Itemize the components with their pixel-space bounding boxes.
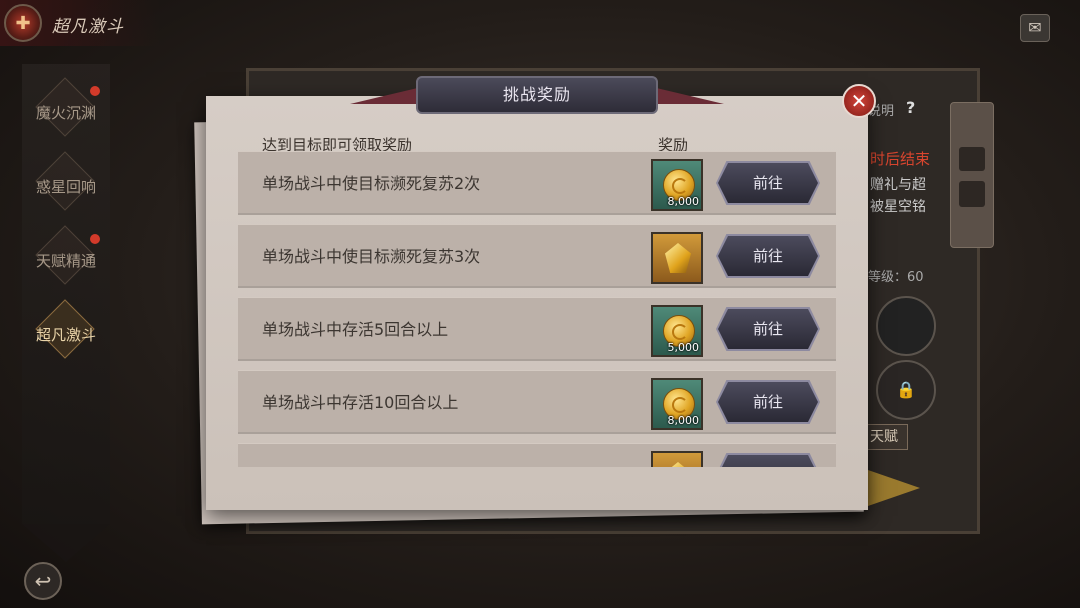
reward-quantity: 8,000 bbox=[667, 414, 700, 427]
reward-quantity: 5,000 bbox=[667, 341, 700, 354]
sidebar-item-talent-mastery[interactable]: 天赋精通 bbox=[26, 225, 106, 285]
gold-gem-icon bbox=[665, 243, 691, 273]
modal-title: 挑战奖励 bbox=[502, 85, 571, 104]
go-button[interactable] bbox=[718, 455, 818, 467]
sidebar-item-label: 超凡激斗 bbox=[35, 325, 96, 344]
sidebar-item-extraordinary-battle[interactable]: 超凡激斗 bbox=[26, 299, 106, 359]
side-tag bbox=[950, 102, 994, 248]
go-button[interactable]: 前往 bbox=[718, 236, 818, 276]
description-line: 赠礼与超 bbox=[870, 177, 926, 193]
close-button[interactable]: ✕ bbox=[842, 84, 876, 118]
list-item bbox=[238, 443, 836, 467]
go-button[interactable]: 前往 bbox=[718, 309, 818, 349]
locked-slot-icon[interactable]: 🔒 bbox=[876, 360, 936, 420]
back-button[interactable]: ↩ bbox=[24, 562, 62, 600]
reward-quantity: 8,000 bbox=[667, 195, 700, 208]
reward-slot[interactable]: 8,000 bbox=[651, 159, 703, 211]
gold-gem-icon bbox=[665, 462, 691, 467]
sidebar-item-planet-echo[interactable]: 惑星回响 bbox=[26, 151, 106, 211]
sidebar-item-label: 天赋精通 bbox=[35, 251, 96, 270]
rank-list-icon[interactable] bbox=[959, 147, 985, 171]
list-item: 单场战斗中存活10回合以上 8,000 前往 bbox=[238, 370, 836, 434]
stats-chart-icon[interactable] bbox=[959, 181, 985, 207]
notification-dot bbox=[90, 234, 100, 244]
sidebar-item-label: 魔火沉渊 bbox=[35, 103, 96, 122]
reward-slot[interactable]: 5,000 bbox=[651, 305, 703, 357]
reward-list[interactable]: 单场战斗中使目标濒死复苏2次 8,000 前往 单场战斗中使目标濒死复苏3次 前… bbox=[238, 151, 836, 467]
list-item: 单场战斗中存活5回合以上 5,000 前往 bbox=[238, 297, 836, 361]
sidebar-item-demon-fire-abyss[interactable]: 魔火沉渊 bbox=[26, 77, 106, 137]
reward-slot[interactable]: 8,000 bbox=[651, 378, 703, 430]
slot-circle[interactable] bbox=[876, 296, 936, 356]
header-wing-right bbox=[648, 86, 724, 104]
challenge-reward-modal: 挑战奖励 ✕ 达到目标即可领取奖励 奖励 单场战斗中使目标濒死复苏2次 8,00… bbox=[206, 76, 876, 510]
top-bar: ✚ 超凡激斗 bbox=[0, 0, 160, 46]
sidebar-item-label: 惑星回响 bbox=[35, 177, 96, 196]
description-line: 被星空铭 bbox=[870, 199, 926, 215]
task-text: 单场战斗中使目标濒死复苏3次 bbox=[262, 247, 481, 266]
notification-dot bbox=[90, 86, 100, 96]
arrow-button[interactable] bbox=[868, 470, 920, 506]
task-text: 单场战斗中存活5回合以上 bbox=[262, 320, 449, 339]
timer-text: 时后结束 bbox=[870, 150, 931, 168]
page-title: 超凡激斗 bbox=[52, 17, 124, 37]
help-icon[interactable]: ? bbox=[906, 98, 926, 118]
list-item: 单场战斗中使目标濒死复苏2次 8,000 前往 bbox=[238, 151, 836, 215]
mode-emblem-icon: ✚ bbox=[4, 4, 42, 42]
chat-icon[interactable]: ✉ bbox=[1020, 14, 1050, 42]
sidebar: 魔火沉渊 惑星回响 天赋精通 超凡激斗 bbox=[22, 64, 110, 562]
modal-header: 挑战奖励 bbox=[350, 76, 724, 116]
level-text: 等级：60 bbox=[868, 270, 924, 285]
header-wing-left bbox=[350, 86, 426, 104]
reward-slot[interactable] bbox=[651, 451, 703, 467]
task-text: 单场战斗中存活10回合以上 bbox=[262, 393, 459, 412]
reward-slot[interactable] bbox=[651, 232, 703, 284]
task-text: 单场战斗中使目标濒死复苏2次 bbox=[262, 174, 481, 193]
go-button[interactable]: 前往 bbox=[718, 382, 818, 422]
list-item: 单场战斗中使目标濒死复苏3次 前往 bbox=[238, 224, 836, 288]
go-button[interactable]: 前往 bbox=[718, 163, 818, 203]
